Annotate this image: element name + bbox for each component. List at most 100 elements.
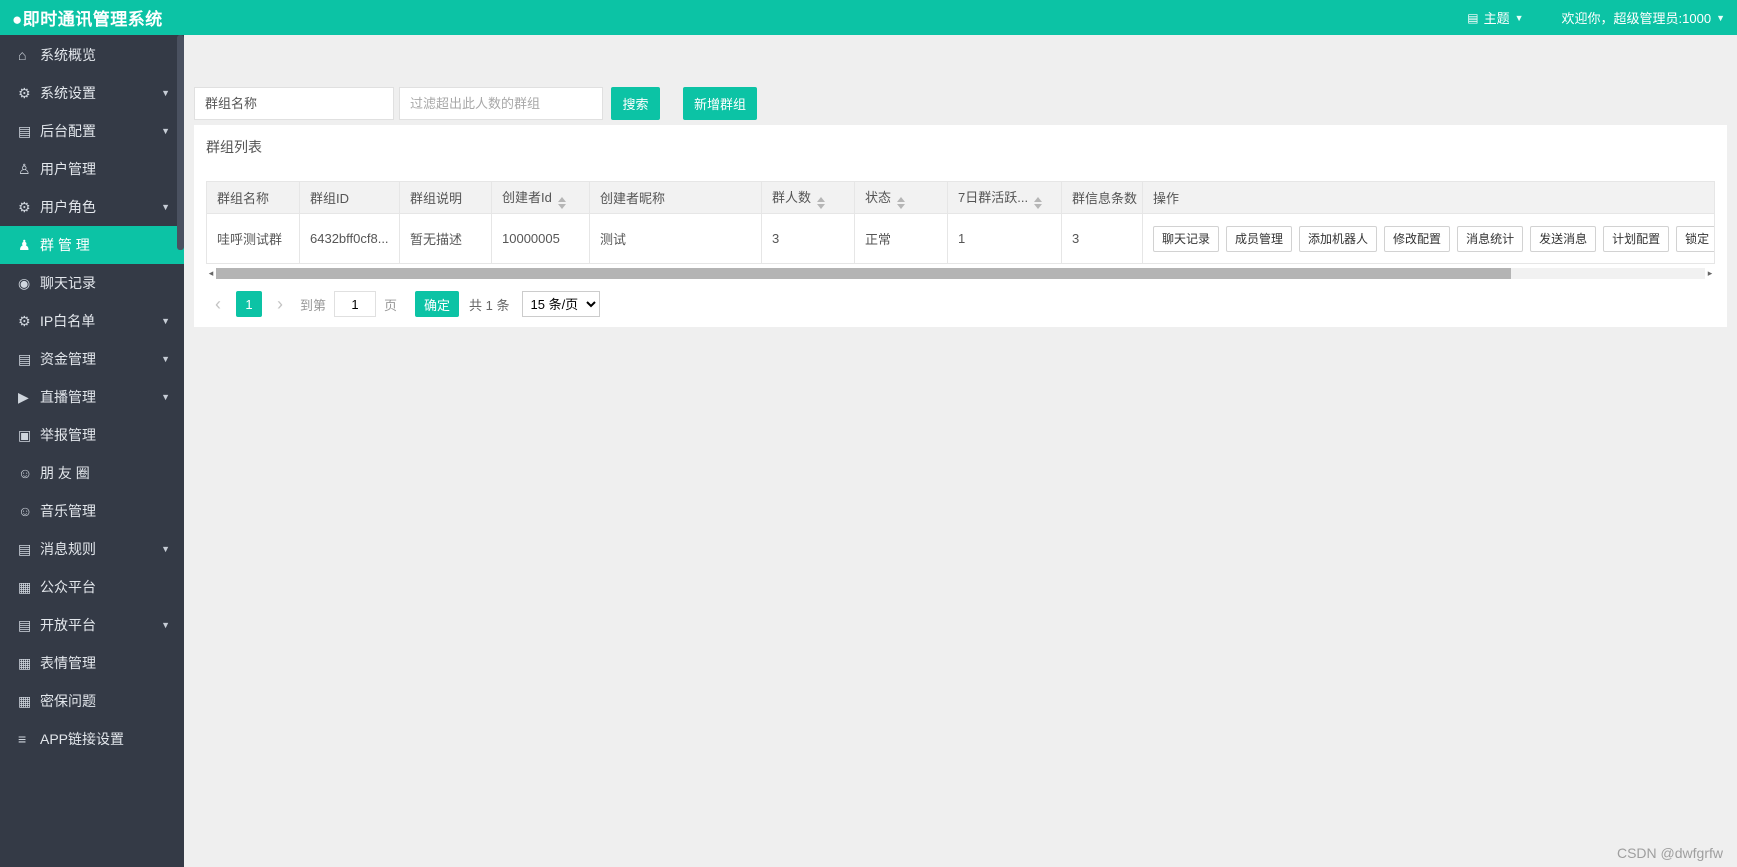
- next-page-button[interactable]: ›: [268, 294, 292, 315]
- col-creator-nickname: 创建者昵称: [589, 181, 762, 214]
- pagination: ‹ 1 › 到第 页 确定 共 1 条 15 条/页: [206, 291, 1715, 317]
- video-icon: ▶: [18, 388, 29, 405]
- table-header-row: 群组名称 群组ID 群组说明 创建者Id 创建者昵称 群人数 状态 7日群活跃.…: [206, 181, 1715, 214]
- cell-creator-id: 10000005: [491, 213, 590, 264]
- page-size-select[interactable]: 15 条/页: [521, 291, 600, 317]
- group-list-card: 群组列表 群组名称 群组ID 群组说明 创建者Id 创建者昵称 群人数 状态 7…: [194, 125, 1727, 327]
- sidebar-item-open-platform[interactable]: ▤ 开放平台 ▼: [0, 606, 184, 644]
- scrollbar-thumb[interactable]: [216, 267, 1512, 279]
- total-count-label: 共 1 条: [469, 297, 510, 313]
- image-icon: ▦: [18, 692, 32, 709]
- theme-icon: ▤: [1467, 10, 1479, 25]
- sidebar-item-emoji-management[interactable]: ▦ 表情管理: [0, 644, 184, 682]
- goto-page-input[interactable]: [334, 291, 377, 317]
- group-table: 群组名称 群组ID 群组说明 创建者Id 创建者昵称 群人数 状态 7日群活跃.…: [206, 181, 1715, 264]
- sidebar-item-ip-whitelist[interactable]: ⚙ IP白名单 ▼: [0, 302, 184, 340]
- sidebar-item-user-roles[interactable]: ⚙ 用户角色 ▼: [0, 188, 184, 226]
- user-menu[interactable]: 欢迎你，超级管理员:1000 ▼: [1562, 8, 1725, 27]
- user-icon: ♙: [18, 160, 31, 177]
- sidebar-item-public-platform[interactable]: ▦ 公众平台: [0, 568, 184, 606]
- sidebar-item-backend-config[interactable]: ▤ 后台配置 ▼: [0, 112, 184, 150]
- col-group-desc: 群组说明: [399, 181, 492, 214]
- horizontal-scrollbar: ◂ ▸: [206, 267, 1715, 279]
- member-filter-input[interactable]: [399, 87, 603, 120]
- clipboard-icon: ▤: [18, 350, 32, 367]
- cell-status: 正常: [854, 213, 948, 264]
- chat-records-button[interactable]: 聊天记录: [1153, 225, 1220, 252]
- sidebar-item-system-settings[interactable]: ⚙ 系统设置 ▼: [0, 74, 184, 112]
- col-member-count[interactable]: 群人数: [761, 181, 855, 214]
- chevron-down-icon: ▼: [1514, 12, 1524, 23]
- sort-icon[interactable]: [817, 196, 826, 209]
- chevron-down-icon: ▼: [161, 544, 170, 554]
- cell-actions: 聊天记录 成员管理 添加机器人 修改配置 消息统计 发送消息 计划配置 锁定 删…: [1142, 213, 1715, 264]
- cell-activity-7d: 1: [947, 213, 1062, 264]
- lock-button[interactable]: 锁定: [1676, 225, 1714, 252]
- chat-icon: ◉: [18, 274, 31, 291]
- cell-group-desc: 暂无描述: [399, 213, 492, 264]
- goto-prefix-label: 到第: [300, 297, 327, 313]
- smiley-icon: ☺: [18, 465, 33, 481]
- cell-message-count: 3: [1061, 213, 1143, 264]
- member-management-button[interactable]: 成员管理: [1226, 225, 1293, 252]
- sidebar-scrollbar[interactable]: [177, 35, 184, 250]
- sidebar-item-music-management[interactable]: ☺ 音乐管理: [0, 492, 184, 530]
- message-stats-button[interactable]: 消息统计: [1457, 225, 1524, 252]
- sort-icon[interactable]: [897, 196, 906, 209]
- send-message-button[interactable]: 发送消息: [1530, 225, 1597, 252]
- col-activity-7d[interactable]: 7日群活跃...: [947, 181, 1062, 214]
- sort-icon[interactable]: [1034, 196, 1043, 209]
- search-bar: 搜索 新增群组: [194, 87, 1727, 120]
- chevron-down-icon: ▼: [1716, 12, 1725, 23]
- table-row: 哇呼测试群 6432bff0cf8... 暂无描述 10000005 测试 3 …: [206, 213, 1715, 264]
- report-icon: ▣: [18, 426, 32, 443]
- group-name-input[interactable]: [194, 87, 394, 120]
- gear-icon: ⚙: [18, 84, 31, 101]
- sidebar-item-funds-management[interactable]: ▤ 资金管理 ▼: [0, 340, 184, 378]
- theme-menu[interactable]: ▤ 主题 ▼: [1467, 8, 1523, 27]
- app-title: ●即时通讯管理系统: [12, 10, 163, 29]
- sidebar-item-report-management[interactable]: ▣ 举报管理: [0, 416, 184, 454]
- sidebar-item-chat-records[interactable]: ◉ 聊天记录: [0, 264, 184, 302]
- sidebar-item-app-link-settings[interactable]: ≡ APP链接设置: [0, 720, 184, 758]
- cell-creator-nickname: 测试: [589, 213, 762, 264]
- sidebar-item-group-management[interactable]: ♟ 群 管 理: [0, 226, 184, 264]
- image-icon: ▦: [18, 654, 32, 671]
- theme-label: 主题: [1483, 11, 1510, 26]
- col-creator-id[interactable]: 创建者Id: [491, 181, 590, 214]
- search-button[interactable]: 搜索: [611, 87, 660, 120]
- col-group-name: 群组名称: [206, 181, 300, 214]
- col-actions: 操作: [1142, 181, 1715, 214]
- sidebar-item-live-management[interactable]: ▶ 直播管理 ▼: [0, 378, 184, 416]
- add-robot-button[interactable]: 添加机器人: [1299, 225, 1378, 252]
- scrollbar-track[interactable]: [216, 267, 1705, 279]
- sidebar-item-moments[interactable]: ☺ 朋 友 圈: [0, 454, 184, 492]
- col-group-id: 群组ID: [299, 181, 400, 214]
- cell-group-name: 哇呼测试群: [206, 213, 300, 264]
- chevron-down-icon: ▼: [161, 126, 170, 136]
- scroll-left-icon[interactable]: ◂: [206, 268, 216, 279]
- sidebar-item-system-overview[interactable]: ⌂ 系统概览: [0, 36, 184, 74]
- sidebar: ⌂ 系统概览 ⚙ 系统设置 ▼ ▤ 后台配置 ▼ ♙ 用户管理 ⚙ 用户角色 ▼…: [0, 35, 184, 867]
- modify-config-button[interactable]: 修改配置: [1384, 225, 1451, 252]
- sidebar-item-message-rules[interactable]: ▤ 消息规则 ▼: [0, 530, 184, 568]
- col-message-count: 群信息条数: [1061, 181, 1143, 214]
- scroll-right-icon[interactable]: ▸: [1705, 268, 1715, 279]
- current-page-button[interactable]: 1: [236, 291, 262, 317]
- image-icon: ▦: [18, 578, 32, 595]
- clipboard-icon: ▤: [18, 616, 32, 633]
- sidebar-item-security-questions[interactable]: ▦ 密保问题: [0, 682, 184, 720]
- plan-config-button[interactable]: 计划配置: [1603, 225, 1670, 252]
- chevron-down-icon: ▼: [161, 316, 170, 326]
- sort-icon[interactable]: [557, 196, 566, 209]
- confirm-button[interactable]: 确定: [415, 291, 460, 317]
- add-group-button[interactable]: 新增群组: [683, 87, 757, 120]
- sidebar-item-user-management[interactable]: ♙ 用户管理: [0, 150, 184, 188]
- gear-icon: ⚙: [18, 198, 31, 215]
- chevron-down-icon: ▼: [161, 88, 170, 98]
- col-status[interactable]: 状态: [854, 181, 948, 214]
- clipboard-icon: ▤: [18, 122, 32, 139]
- prev-page-button[interactable]: ‹: [206, 294, 230, 315]
- home-icon: ⌂: [18, 47, 27, 63]
- cell-group-id: 6432bff0cf8...: [299, 213, 400, 264]
